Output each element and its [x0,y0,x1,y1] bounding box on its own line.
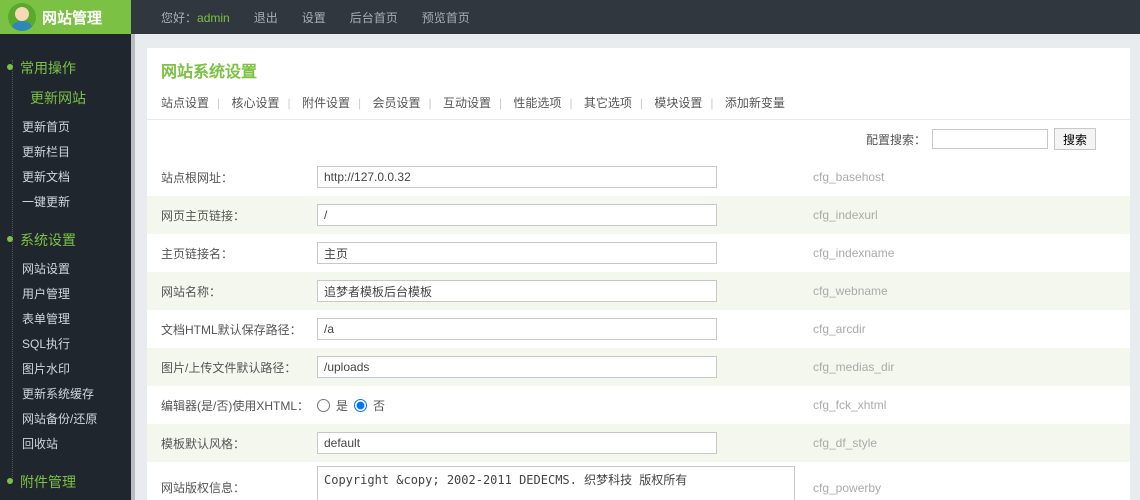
row-label: 主页链接名： [147,245,317,262]
config-row: 模板默认风格： cfg_df_style [147,424,1130,462]
config-key: cfg_powerby [807,481,1130,495]
row-label: 图片/上传文件默认路径： [147,359,317,376]
config-radio[interactable] [354,399,367,412]
radio-label: 是 [336,397,348,414]
row-control [317,356,807,378]
config-key: cfg_arcdir [807,322,1130,336]
row-label: 网站名称： [147,283,317,300]
config-key: cfg_df_style [807,436,1130,450]
search-input[interactable] [932,129,1048,149]
sidebar-item[interactable]: 表单管理 [8,306,131,331]
tab-member[interactable]: 会员设置 [372,96,420,110]
config-row: 站点根网址： cfg_basehost [147,158,1130,196]
config-textarea[interactable] [317,466,795,500]
config-row: 网站名称： cfg_webname [147,272,1130,310]
config-key: cfg_fck_xhtml [807,398,1130,412]
tab-interact[interactable]: 互动设置 [443,96,491,110]
config-row: 图片/上传文件默认路径： cfg_medias_dir [147,348,1130,386]
tab-attach[interactable]: 附件设置 [302,96,350,110]
row-label: 编辑器(是/否)使用XHTML： [147,397,317,414]
topbar: 网站管理 您好：admin 退出 设置 后台首页 预览首页 [0,0,1140,34]
tab-module[interactable]: 模块设置 [654,96,702,110]
sidebar-item[interactable]: 更新栏目 [8,139,131,164]
row-control [317,432,807,454]
greeting: 您好：admin [161,9,230,26]
tab-other[interactable]: 其它选项 [584,96,632,110]
config-row: 主页链接名： cfg_indexname [147,234,1130,272]
sidebar: 常用操作 更新网站 更新首页 更新栏目 更新文档 一键更新 系统设置 网站设置 … [0,34,131,500]
config-row: 编辑器(是/否)使用XHTML：是否cfg_fck_xhtml [147,386,1130,424]
sidebar-item[interactable]: 更新文档 [8,164,131,189]
config-input[interactable] [317,356,717,378]
row-control [317,318,807,340]
nav-preview-home[interactable]: 预览首页 [422,9,470,26]
row-control [317,242,807,264]
tree-line [12,60,13,480]
config-key: cfg_webname [807,284,1130,298]
tab-addvar[interactable]: 添加新变量 [725,96,785,110]
sidebar-group-common[interactable]: 常用操作 [8,52,131,84]
sidebar-item[interactable]: 网站设置 [8,256,131,281]
sidebar-item[interactable]: 一键更新 [8,189,131,214]
sidebar-item[interactable]: 更新系统缓存 [8,381,131,406]
sidebar-item[interactable]: 用户管理 [8,281,131,306]
tab-core[interactable]: 核心设置 [231,96,279,110]
config-radio[interactable] [317,399,330,412]
sidebar-sub-update-site[interactable]: 更新网站 [8,84,131,114]
panel: 网站系统设置 站点设置| 核心设置| 附件设置| 会员设置| 互动设置| 性能选… [147,48,1130,500]
radio-label: 否 [373,397,385,414]
current-user: admin [197,11,230,25]
config-key: cfg_medias_dir [807,360,1130,374]
brand: 网站管理 [0,0,131,34]
search-button[interactable]: 搜索 [1054,128,1096,150]
main: 网站系统设置 站点设置| 核心设置| 附件设置| 会员设置| 互动设置| 性能选… [131,34,1140,500]
config-input[interactable] [317,432,717,454]
config-input[interactable] [317,318,717,340]
config-rows: 站点根网址： cfg_basehost 网页主页链接： cfg_indexurl 主页链… [147,158,1130,500]
brand-title: 网站管理 [42,7,102,28]
sidebar-group-attach[interactable]: 附件管理 [8,466,131,498]
config-row: 文档HTML默认保存路径： cfg_arcdir [147,310,1130,348]
page-title: 网站系统设置 [147,58,1130,94]
row-label: 站点根网址： [147,169,317,186]
sidebar-item[interactable]: SQL执行 [8,331,131,356]
nav-admin-home[interactable]: 后台首页 [350,9,398,26]
row-label: 模板默认风格： [147,435,317,452]
row-control [317,280,807,302]
config-input[interactable] [317,166,717,188]
config-search: 配置搜索： 搜索 [147,120,1130,158]
config-row: 网页主页链接： cfg_indexurl [147,196,1130,234]
tab-site[interactable]: 站点设置 [161,96,209,110]
config-key: cfg_indexurl [807,208,1130,222]
row-control: 是否 [317,397,807,414]
row-label: 网页主页链接： [147,207,317,224]
sidebar-item[interactable]: 回收站 [8,431,131,456]
tab-perf[interactable]: 性能选项 [513,96,561,110]
config-key: cfg_basehost [807,170,1130,184]
avatar-icon [8,3,36,31]
nav-logout[interactable]: 退出 [254,9,278,26]
sidebar-group-system[interactable]: 系统设置 [8,224,131,256]
sidebar-item[interactable]: 更新首页 [8,114,131,139]
row-label: 网站版权信息： [147,479,317,496]
row-control [317,166,807,188]
tabs: 站点设置| 核心设置| 附件设置| 会员设置| 互动设置| 性能选项| 其它选项… [147,94,1130,120]
row-control [317,466,807,500]
topnav: 您好：admin 退出 设置 后台首页 预览首页 [161,9,470,26]
row-control [317,204,807,226]
sidebar-item[interactable]: 网站备份/还原 [8,406,131,431]
config-row: 网站版权信息： cfg_powerby [147,462,1130,500]
config-key: cfg_indexname [807,246,1130,260]
search-label: 配置搜索： [866,131,926,148]
config-input[interactable] [317,242,717,264]
row-label: 文档HTML默认保存路径： [147,321,317,338]
config-input[interactable] [317,204,717,226]
sidebar-item[interactable]: 图片水印 [8,356,131,381]
config-input[interactable] [317,280,717,302]
nav-settings[interactable]: 设置 [302,9,326,26]
